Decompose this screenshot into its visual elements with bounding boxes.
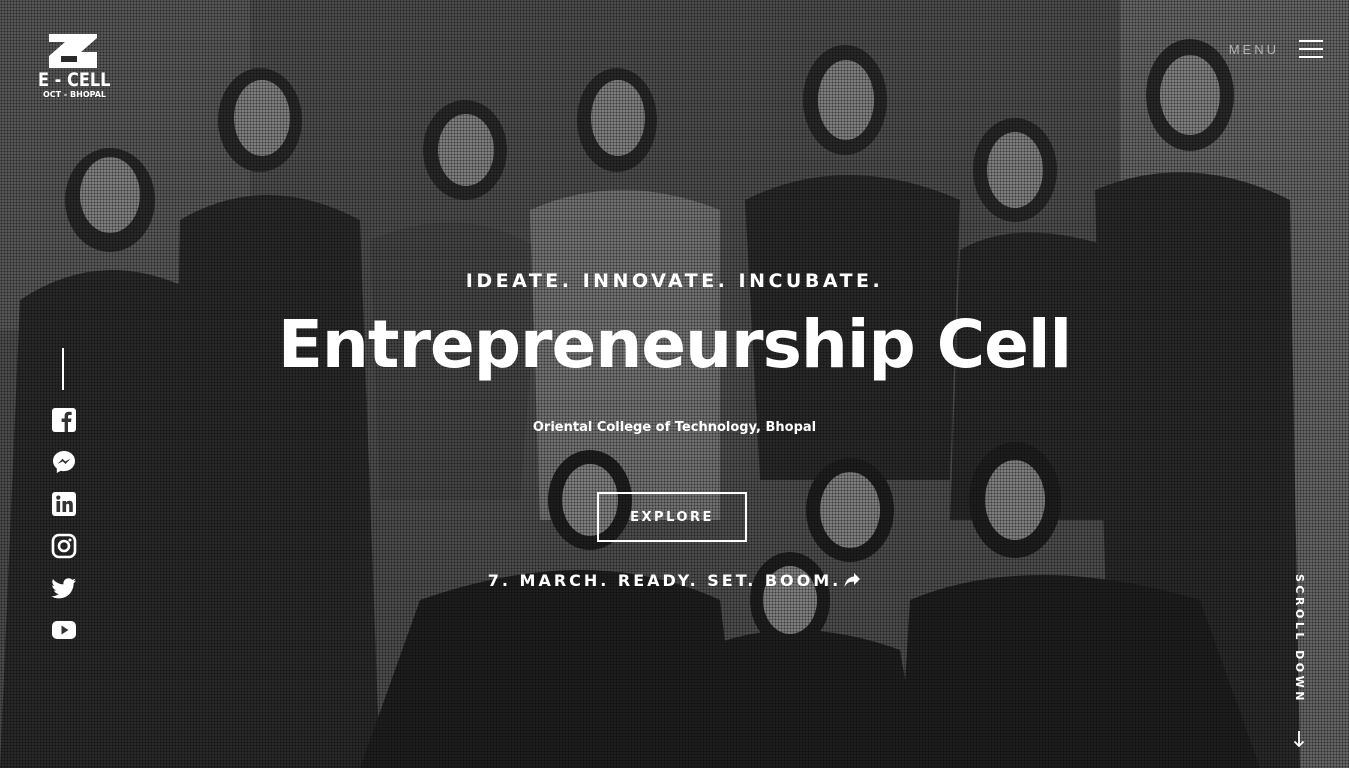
messenger-icon: [53, 451, 75, 473]
youtube-icon: [52, 621, 76, 639]
hamburger-icon[interactable]: [1299, 38, 1323, 60]
linkedin-link[interactable]: [50, 490, 78, 518]
logo-name: E - CELL: [38, 69, 111, 91]
logo-mark-icon: [49, 34, 97, 68]
instagram-icon: [51, 533, 77, 559]
hero-title: Entrepreneurship Cell: [277, 306, 1072, 383]
background-group-photo: [0, 0, 1349, 768]
hero-section: E - CELL OCT - BHOPAL MENU IDEATE. INNOV…: [0, 0, 1349, 768]
social-links: [50, 406, 78, 644]
scroll-down[interactable]: SCROLL DOWN: [1289, 574, 1309, 750]
linkedin-icon: [52, 492, 76, 516]
ecell-logo[interactable]: E - CELL OCT - BHOPAL: [38, 32, 112, 112]
logo-subtitle: OCT - BHOPAL: [43, 90, 107, 99]
messenger-link[interactable]: [50, 448, 78, 476]
share-arrow-icon: [844, 573, 861, 587]
explore-button[interactable]: EXPLORE: [597, 492, 747, 542]
menu-toggle[interactable]: MENU: [1229, 38, 1323, 60]
menu-label: MENU: [1228, 41, 1279, 57]
scroll-down-label: SCROLL DOWN: [1293, 574, 1306, 704]
arrow-down-icon: [1293, 731, 1305, 748]
youtube-link[interactable]: [50, 616, 78, 644]
hero-subtitle: Oriental College of Technology, Bhopal: [532, 420, 817, 435]
hero-tagline: IDEATE. INNOVATE. INCUBATE.: [465, 270, 884, 292]
event-date-text: 7. MARCH. READY. SET. BOOM.: [487, 571, 842, 590]
instagram-link[interactable]: [50, 532, 78, 560]
event-date-line[interactable]: 7. MARCH. READY. SET. BOOM.: [0, 571, 1349, 590]
